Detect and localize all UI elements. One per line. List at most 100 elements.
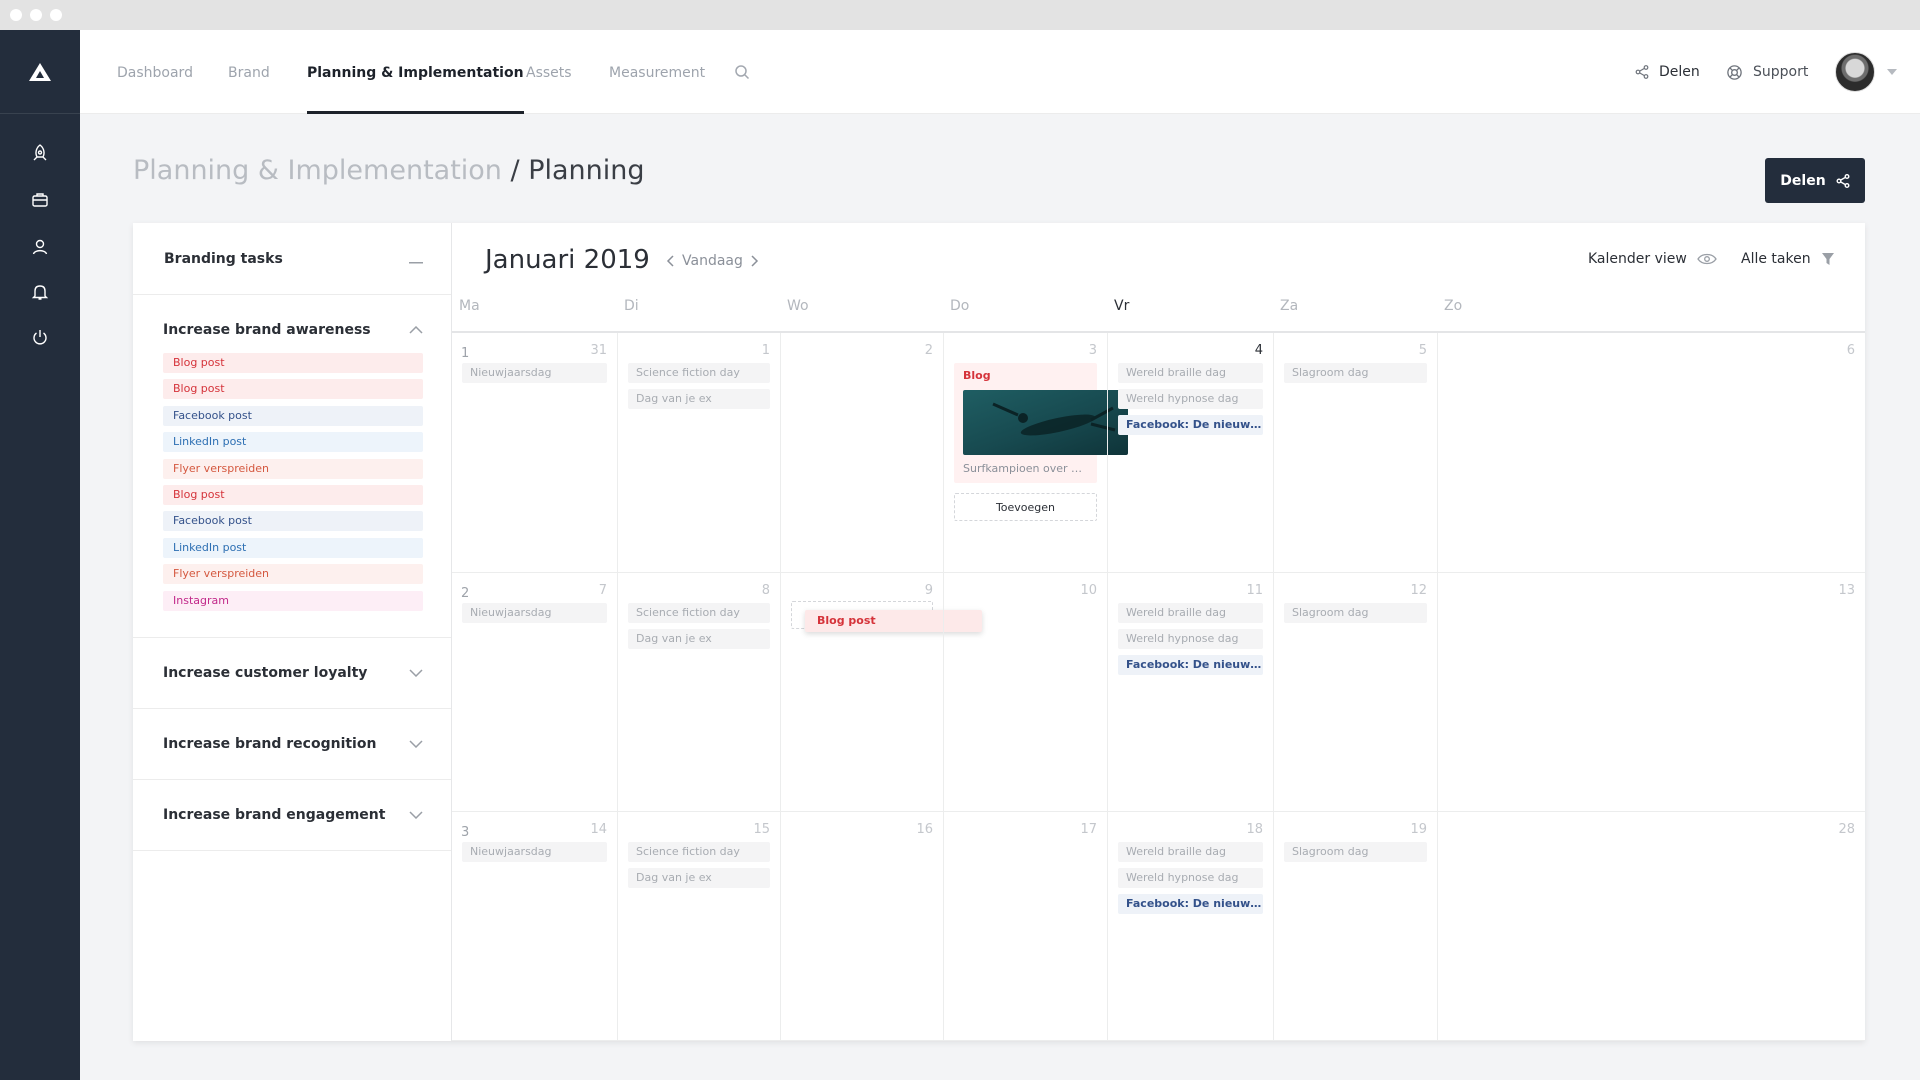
app-logo[interactable] <box>0 30 80 114</box>
holiday-event[interactable]: Science fiction day <box>628 842 770 862</box>
calendar-day[interactable]: 16 <box>780 812 943 1041</box>
task-chip[interactable]: Facebook post <box>163 405 423 426</box>
calendar-day[interactable]: 4 Wereld braille dag Wereld hypnose dag Fac… <box>1107 333 1273 573</box>
task-chip[interactable]: LinkedIn post <box>163 432 423 453</box>
tab-measurement[interactable]: Measurement <box>609 30 705 114</box>
chevron-down-icon[interactable] <box>409 811 423 819</box>
task-chip[interactable]: Instagram <box>163 590 423 611</box>
holiday-event[interactable]: Wereld braille dag <box>1118 363 1263 383</box>
task-filter[interactable]: Alle taken <box>1741 251 1835 267</box>
share-label: Delen <box>1659 64 1700 80</box>
holiday-event[interactable]: Slagroom dag <box>1284 603 1427 623</box>
search-button[interactable] <box>734 30 750 114</box>
holiday-event[interactable]: Wereld braille dag <box>1118 842 1263 862</box>
support-link[interactable]: Support <box>1726 30 1808 114</box>
task-chip[interactable]: LinkedIn post <box>163 537 423 558</box>
task-chip[interactable]: Blog post <box>163 379 423 400</box>
user-menu[interactable] <box>1835 30 1897 114</box>
holiday-event[interactable]: Wereld hypnose dag <box>1118 389 1263 409</box>
calendar-day[interactable]: 8 Science fiction day Dag van je ex <box>617 573 780 812</box>
tab-dashboard[interactable]: Dashboard <box>117 30 193 114</box>
window-minimize-dot[interactable] <box>30 9 42 21</box>
task-group: Increase brand recognition <box>133 709 451 780</box>
tab-planning-implementation[interactable]: Planning & Implementation <box>307 30 524 114</box>
tab-assets[interactable]: Assets <box>526 30 572 114</box>
sidebar-item-logout[interactable] <box>0 317 80 357</box>
calendar-day[interactable]: 1 Science fiction day Dag van je ex <box>617 333 780 573</box>
holiday-event[interactable]: Dag van je ex <box>628 868 770 888</box>
calendar-day[interactable]: 17 <box>943 812 1107 1041</box>
share-link[interactable]: Delen <box>1635 30 1700 114</box>
holiday-event[interactable]: Wereld hypnose dag <box>1118 629 1263 649</box>
breadcrumb[interactable]: Planning & Implementation <box>133 155 502 186</box>
weekday-label: Di <box>624 298 639 314</box>
holiday-event[interactable]: Wereld braille dag <box>1118 603 1263 623</box>
task-group-header[interactable]: Increase customer loyalty <box>133 638 451 708</box>
share-icon <box>1635 65 1649 79</box>
task-group: Increase brand awareness Blog post Blog po… <box>133 295 451 638</box>
holiday-event[interactable]: Nieuwjaarsdag <box>462 842 607 862</box>
sidebar-item-notifications[interactable] <box>0 272 80 312</box>
holiday-event[interactable]: Slagroom dag <box>1284 363 1427 383</box>
add-event-button[interactable]: Toevoegen <box>954 493 1097 521</box>
chevron-right-icon[interactable] <box>751 255 759 267</box>
calendar-day[interactable]: 18 Wereld braille dag Wereld hypnose dag Fa… <box>1107 812 1273 1041</box>
holiday-event[interactable]: Dag van je ex <box>628 629 770 649</box>
calendar-day[interactable]: 13 <box>1437 573 1865 812</box>
day-number: 13 <box>1838 583 1855 598</box>
facebook-event[interactable]: Facebook: De nieuw op... <box>1118 655 1263 675</box>
holiday-event[interactable]: Wereld hypnose dag <box>1118 868 1263 888</box>
calendar-day[interactable]: 5 Slagroom dag <box>1273 333 1437 573</box>
task-group-header[interactable]: Increase brand engagement <box>133 780 451 850</box>
calendar-day[interactable]: 6 <box>1437 333 1865 573</box>
calendar-day[interactable]: 12 Slagroom dag <box>1273 573 1437 812</box>
task-chip[interactable]: Blog post <box>163 353 423 373</box>
weekday-label: Wo <box>787 298 809 314</box>
calendar-day[interactable]: 1 31 Nieuwjaarsdag <box>452 333 617 573</box>
sidebar-item-briefcase[interactable] <box>0 180 80 220</box>
collapse-panel-button[interactable] <box>409 249 423 268</box>
calendar-day[interactable]: 15 Science fiction day Dag van je ex <box>617 812 780 1041</box>
share-button[interactable]: Delen <box>1765 158 1865 203</box>
calendar-day[interactable]: 28 <box>1437 812 1865 1041</box>
day-number: 4 <box>1254 343 1263 358</box>
calendar-day[interactable]: 3 Blog Surfkampioen over de beste g... Toev… <box>943 333 1128 573</box>
sidebar-item-user[interactable] <box>0 227 80 267</box>
holiday-event[interactable]: Nieuwjaarsdag <box>462 363 607 383</box>
tab-brand[interactable]: Brand <box>228 30 270 114</box>
facebook-event[interactable]: Facebook: De nieuw op... <box>1118 415 1263 435</box>
window-close-dot[interactable] <box>10 9 22 21</box>
today-button[interactable]: Vandaag <box>682 253 743 269</box>
chevron-down-icon[interactable] <box>409 669 423 677</box>
task-chip[interactable]: Blog post <box>163 484 423 505</box>
holiday-event[interactable]: Science fiction day <box>628 603 770 623</box>
chevron-down-icon[interactable] <box>409 740 423 748</box>
task-chip[interactable]: Flyer verspreiden <box>163 564 423 585</box>
calendar-day[interactable]: 3 14 Nieuwjaarsdag <box>452 812 617 1041</box>
weekday-label: Ma <box>459 298 480 314</box>
holiday-event[interactable]: Nieuwjaarsdag <box>462 603 607 623</box>
calendar-day[interactable]: 19 Slagroom dag <box>1273 812 1437 1041</box>
calendar-day[interactable]: 2 7 Nieuwjaarsdag <box>452 573 617 812</box>
task-group-header[interactable]: Increase brand recognition <box>133 709 451 779</box>
holiday-event[interactable]: Science fiction day <box>628 363 770 383</box>
weekday-label: Za <box>1280 298 1299 314</box>
window-maximize-dot[interactable] <box>50 9 62 21</box>
holiday-event[interactable]: Slagroom dag <box>1284 842 1427 862</box>
task-chip[interactable]: Facebook post <box>163 511 423 532</box>
blog-event-card[interactable]: Blog Surfkampioen over de beste g... <box>954 363 1128 483</box>
share-button-label: Delen <box>1780 172 1826 189</box>
task-chip[interactable]: Flyer verspreiden <box>163 458 423 479</box>
calendar: Januari 2019 Vandaag Kalender view Alle … <box>452 223 1865 1041</box>
holiday-event[interactable]: Dag van je ex <box>628 389 770 409</box>
calendar-day[interactable]: 11 Wereld braille dag Wereld hypnose dag Fa… <box>1107 573 1273 812</box>
chevron-left-icon[interactable] <box>666 255 674 267</box>
calendar-day[interactable]: 10 <box>943 573 1107 812</box>
calendar-day[interactable]: 2 <box>780 333 943 573</box>
sidebar-item-launch[interactable] <box>0 133 80 173</box>
calendar-view-toggle[interactable]: Kalender view <box>1588 251 1717 267</box>
facebook-event[interactable]: Facebook: De nieuw op... <box>1118 894 1263 914</box>
calendar-day[interactable]: 9 Blog post <box>780 573 982 812</box>
chevron-up-icon[interactable] <box>409 326 423 334</box>
task-group: Increase brand engagement <box>133 780 451 851</box>
